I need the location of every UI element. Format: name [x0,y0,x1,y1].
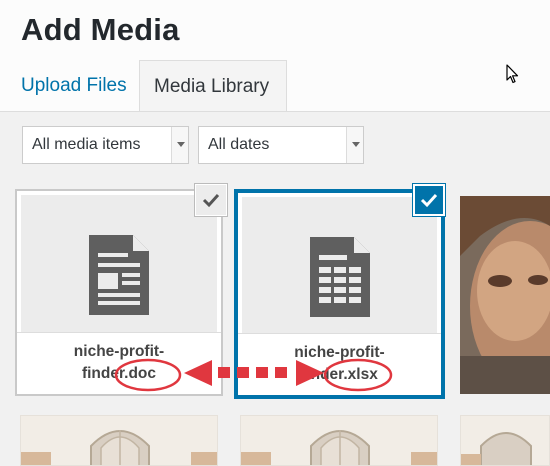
filename-line: niche-profit- [73,343,165,360]
attachment-filename: niche-profit- finder.doc [17,332,221,394]
modal-title: Add Media [21,12,180,47]
filename-line: finder.doc [81,365,157,382]
photo-image [461,416,549,465]
filename-line: niche-profit- [294,344,385,361]
photo-image [21,416,217,465]
attachment-photo-thumbnail[interactable] [20,415,218,466]
media-tabs: Upload Files Media Library [0,60,550,112]
tab-upload-files[interactable]: Upload Files [7,60,141,111]
attachment-photo-thumbnail[interactable] [460,196,550,394]
checkmark-icon [202,193,220,208]
dropdown-arrow-icon [171,127,188,163]
media-type-filter-value: All media items [32,136,141,153]
photo-image [241,416,437,465]
deselect-checkbox[interactable] [195,184,227,216]
attachment-doc[interactable]: niche-profit- finder.doc [15,189,223,396]
date-filter[interactable]: All dates [198,126,364,164]
document-icon [89,235,149,315]
attachment-xlsx-selected[interactable]: niche-profit- finder.xlsx [234,189,445,399]
photo-image [460,196,550,394]
spreadsheet-icon [310,237,370,317]
tab-media-library[interactable]: Media Library [139,60,287,112]
attachment-filename: niche-profit- finder.xlsx [238,333,441,395]
filename-line: finder.xlsx [301,366,378,383]
date-filter-value: All dates [208,136,270,153]
selected-checkbox[interactable] [413,184,445,216]
attachment-photo-thumbnail[interactable] [460,415,550,466]
attachment-photo-thumbnail[interactable] [240,415,438,466]
checkmark-icon [420,193,438,208]
media-type-filter[interactable]: All media items [22,126,189,164]
dropdown-arrow-icon [346,127,363,163]
